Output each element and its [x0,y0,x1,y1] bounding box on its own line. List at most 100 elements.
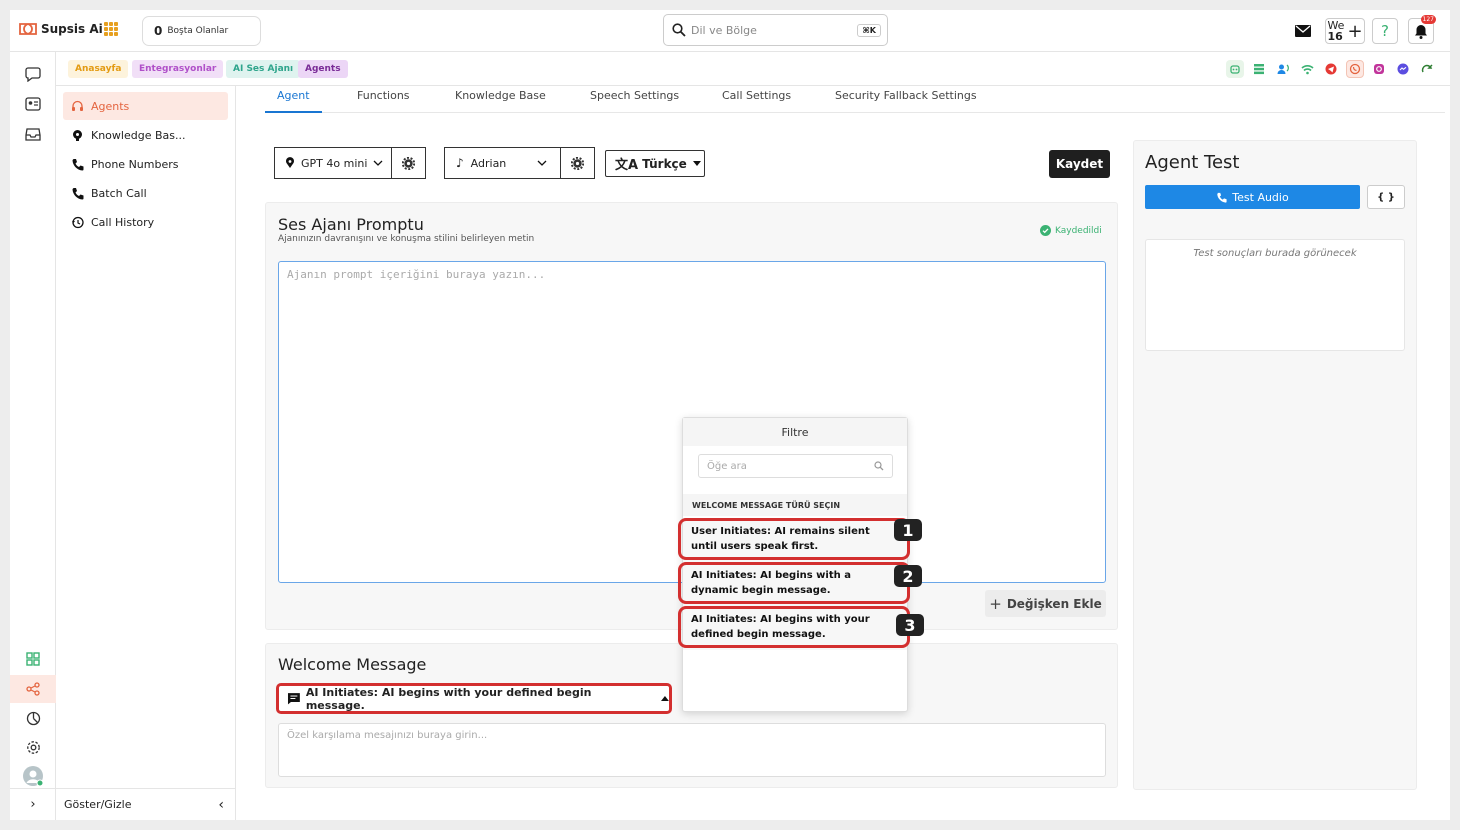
music-note-icon: ♪ [456,156,464,170]
prompt-header: Ses Ajanı Promptu Ajanınızın davranışını… [278,215,534,244]
sidebar-item-agents[interactable]: Agents [63,92,228,120]
welcome-message-textarea[interactable]: Özel karşılama mesajınızı buraya girin..… [278,723,1106,777]
welcome-type-dropdown: Filtre Öğe ara WELCOME MESSAGE TÜRÜ SEÇI… [678,417,910,712]
message-icon [287,693,300,705]
sidebar-item-phone-numbers[interactable]: Phone Numbers [63,150,228,178]
tab-call-settings[interactable]: Call Settings [722,89,791,113]
sub-navigation: Anasayfa Entegrasyonlar AI Ses Ajanı Age… [56,52,1450,86]
dropdown-option-label: User Initiates: AI remains silent until … [678,518,910,560]
test-audio-button[interactable]: Test Audio [1145,185,1360,209]
breadcrumb-entegrasyonlar[interactable]: Entegrasyonlar [132,60,224,78]
search-icon [874,461,884,471]
tab-speech-settings[interactable]: Speech Settings [590,89,679,113]
sidebar-item-call-history[interactable]: Call History [63,208,228,236]
inbox-icon[interactable] [10,120,56,148]
brain-icon [73,129,82,141]
breadcrumb-agents[interactable]: Agents [298,60,348,78]
saved-status: Kaydedildi [1040,225,1102,236]
app-logo[interactable]: Supsis Ai [18,21,103,37]
toggle-sidebar-label: Göster/Gizle [64,798,132,811]
plus-icon: + [989,594,1002,613]
we-add-button[interactable]: We 16 + [1325,18,1365,44]
user-avatar[interactable] [10,762,56,790]
list-channel-icon[interactable] [1250,60,1268,78]
integrations-icon[interactable] [10,675,56,703]
dropdown-option-user-initiates[interactable]: User Initiates: AI remains silent until … [678,518,910,562]
agent-test-panel [1133,140,1417,790]
breadcrumb-ai-ses-ajani[interactable]: AI Ses Ajanı [226,60,301,78]
global-search-input[interactable]: Dil ve Bölge ⌘K [663,14,888,46]
tab-agent[interactable]: Agent [265,89,322,113]
logo-icon [19,23,37,35]
caret-up-icon [661,696,669,701]
breadcrumb-anasayfa[interactable]: Anasayfa [68,60,129,78]
instagram-channel-icon[interactable] [1370,60,1388,78]
welcome-type-select[interactable]: AI Initiates: AI begins with your define… [276,683,672,714]
phone-icon [72,158,84,170]
voice-settings-icon[interactable] [571,156,584,170]
whatsapp-channel-icon[interactable] [1346,60,1364,78]
saved-label: Kaydedildi [1055,225,1102,236]
annotation-badge-1: 1 [894,519,922,541]
notifications-button[interactable]: 127 [1408,15,1436,44]
telegram-channel-icon[interactable] [1322,60,1340,78]
tab-security-fallback-settings[interactable]: Security Fallback Settings [835,89,977,113]
dropdown-title: Filtre [683,418,907,446]
test-results-placeholder: Test sonuçları burada görünecek [1193,248,1357,259]
voice-selector[interactable]: ♪ Adrian [444,147,595,179]
welcome-selected-value: AI Initiates: AI begins with your define… [305,685,592,712]
search-placeholder: Dil ve Bölge [691,23,757,37]
chevron-down-icon [373,160,383,166]
phone-icon [72,187,84,199]
expand-rail-icon[interactable]: › [10,788,56,820]
dropdown-option-ai-dynamic[interactable]: AI Initiates: AI begins with a dynamic b… [678,562,910,606]
reports-icon[interactable] [10,704,56,732]
mail-icon[interactable] [1293,18,1313,44]
settings-icon[interactable] [10,733,56,761]
model-selector[interactable]: GPT 4o mini [274,147,426,179]
dashboard-icon[interactable] [10,645,56,673]
sidebar-item-knowledge-base[interactable]: Knowledge Bas... [63,121,228,149]
search-icon [672,23,686,37]
contact-card-icon[interactable] [10,90,56,118]
save-button[interactable]: Kaydet [1049,150,1110,178]
add-variable-button[interactable]: + Değişken Ekle [985,590,1106,617]
bell-icon [1415,24,1427,39]
check-circle-icon [1040,225,1051,236]
voice-value: Adrian [470,156,507,170]
voice-agent-channel-icon[interactable] [1274,60,1292,78]
annotation-badge-3: 3 [896,614,924,636]
tab-knowledge-base[interactable]: Knowledge Base [455,89,546,113]
code-view-button[interactable]: { } [1367,185,1405,209]
search-shortcut: ⌘K [857,23,881,37]
location-pin-icon [286,157,294,168]
model-value: GPT 4o mini [301,156,368,170]
tab-functions[interactable]: Functions [357,89,410,113]
sidebar-item-batch-call[interactable]: Batch Call [63,179,228,207]
model-settings-icon[interactable] [402,156,415,170]
help-button[interactable]: ? [1372,18,1398,44]
agents-sidebar: Agents Knowledge Bas... Phone Numbers Ba… [56,86,236,820]
dropdown-option-ai-defined[interactable]: AI Initiates: AI begins with your define… [678,606,910,650]
add-variable-label: Değişken Ekle [1006,596,1102,611]
welcome-title: Welcome Message [278,655,427,674]
messenger-channel-icon[interactable] [1394,60,1412,78]
idle-agents-counter[interactable]: 0 Boşta Olanlar [142,16,261,46]
chat-icon[interactable] [10,60,56,88]
annotation-badge-2: 2 [894,565,922,587]
dropdown-search-input[interactable]: Öğe ara [698,454,893,478]
test-results-area: Test sonuçları burada görünecek [1145,239,1405,351]
sidebar-item-label: Call History [91,215,155,229]
apps-grid-icon[interactable] [104,22,118,36]
chevron-left-icon: ‹ [218,796,224,813]
welcome-placeholder: Özel karşılama mesajınızı buraya girin..… [287,730,488,741]
top-bar: Supsis Ai 0 Boşta Olanlar Dil ve Bölge ⌘… [10,10,1450,52]
sidebar-item-label: Phone Numbers [91,157,179,171]
sidebar-item-label: Agents [91,99,130,113]
bot-channel-icon[interactable] [1226,60,1244,78]
wifi-channel-icon[interactable] [1298,60,1316,78]
prompt-placeholder: Ajanın prompt içeriğini buraya yazın... [287,268,546,281]
other-channel-icon[interactable] [1418,60,1436,78]
language-selector[interactable]: 文A Türkçe [605,150,705,177]
toggle-sidebar-button[interactable]: Göster/Gizle ‹ [56,788,236,820]
